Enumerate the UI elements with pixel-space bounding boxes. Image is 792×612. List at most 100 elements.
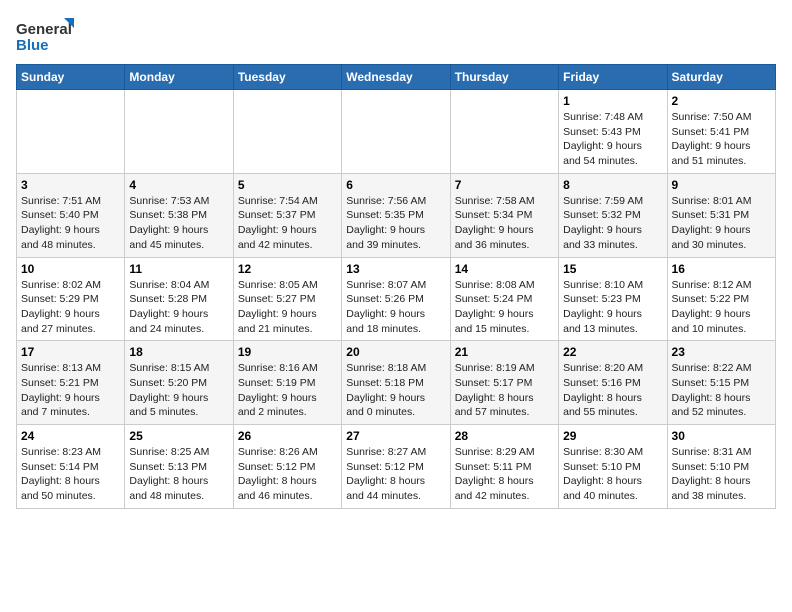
calendar-week-row: 24 Sunrise: 8:23 AM Sunset: 5:14 PM Dayli… <box>17 425 776 509</box>
calendar-day-cell <box>233 90 341 174</box>
day-info: Sunrise: 8:30 AM Sunset: 5:10 PM Dayligh… <box>563 445 662 504</box>
day-number: 27 <box>346 429 445 443</box>
day-number: 20 <box>346 345 445 359</box>
day-number: 21 <box>455 345 554 359</box>
day-info: Sunrise: 8:13 AM Sunset: 5:21 PM Dayligh… <box>21 361 120 420</box>
calendar-day-cell <box>342 90 450 174</box>
svg-text:General: General <box>16 21 72 38</box>
day-info: Sunrise: 8:02 AM Sunset: 5:29 PM Dayligh… <box>21 278 120 337</box>
day-number: 12 <box>238 262 337 276</box>
day-number: 14 <box>455 262 554 276</box>
calendar-day-cell: 3 Sunrise: 7:51 AM Sunset: 5:40 PM Daylig… <box>17 173 125 257</box>
day-info: Sunrise: 8:12 AM Sunset: 5:22 PM Dayligh… <box>672 278 771 337</box>
day-info: Sunrise: 8:01 AM Sunset: 5:31 PM Dayligh… <box>672 194 771 253</box>
day-number: 4 <box>129 178 228 192</box>
calendar-day-cell <box>450 90 558 174</box>
day-number: 23 <box>672 345 771 359</box>
calendar-day-cell <box>17 90 125 174</box>
day-info: Sunrise: 8:08 AM Sunset: 5:24 PM Dayligh… <box>455 278 554 337</box>
weekday-header: SundayMondayTuesdayWednesdayThursdayFrid… <box>17 65 776 90</box>
calendar-day-cell: 29 Sunrise: 8:30 AM Sunset: 5:10 PM Dayli… <box>559 425 667 509</box>
calendar-day-cell: 12 Sunrise: 8:05 AM Sunset: 5:27 PM Dayli… <box>233 257 341 341</box>
calendar-day-cell: 22 Sunrise: 8:20 AM Sunset: 5:16 PM Dayli… <box>559 341 667 425</box>
calendar-day-cell: 5 Sunrise: 7:54 AM Sunset: 5:37 PM Daylig… <box>233 173 341 257</box>
calendar-day-cell: 24 Sunrise: 8:23 AM Sunset: 5:14 PM Dayli… <box>17 425 125 509</box>
calendar-day-cell: 23 Sunrise: 8:22 AM Sunset: 5:15 PM Dayli… <box>667 341 775 425</box>
calendar-day-cell: 25 Sunrise: 8:25 AM Sunset: 5:13 PM Dayli… <box>125 425 233 509</box>
day-number: 6 <box>346 178 445 192</box>
calendar-day-cell: 16 Sunrise: 8:12 AM Sunset: 5:22 PM Dayli… <box>667 257 775 341</box>
day-info: Sunrise: 8:18 AM Sunset: 5:18 PM Dayligh… <box>346 361 445 420</box>
weekday-header-cell: Wednesday <box>342 65 450 90</box>
calendar-day-cell: 21 Sunrise: 8:19 AM Sunset: 5:17 PM Dayli… <box>450 341 558 425</box>
weekday-header-cell: Tuesday <box>233 65 341 90</box>
calendar-day-cell: 8Sunrise: 7:59 AM Sunset: 5:32 PM Daylig… <box>559 173 667 257</box>
calendar-day-cell: 26 Sunrise: 8:26 AM Sunset: 5:12 PM Dayli… <box>233 425 341 509</box>
calendar-week-row: 3 Sunrise: 7:51 AM Sunset: 5:40 PM Daylig… <box>17 173 776 257</box>
weekday-header-cell: Saturday <box>667 65 775 90</box>
day-info: Sunrise: 8:25 AM Sunset: 5:13 PM Dayligh… <box>129 445 228 504</box>
day-number: 26 <box>238 429 337 443</box>
calendar-day-cell: 1 Sunrise: 7:48 AM Sunset: 5:43 PM Daylig… <box>559 90 667 174</box>
calendar-day-cell: 2Sunrise: 7:50 AM Sunset: 5:41 PM Daylig… <box>667 90 775 174</box>
calendar-day-cell: 19 Sunrise: 8:16 AM Sunset: 5:19 PM Dayli… <box>233 341 341 425</box>
day-info: Sunrise: 7:59 AM Sunset: 5:32 PM Dayligh… <box>563 194 662 253</box>
calendar-day-cell: 18Sunrise: 8:15 AM Sunset: 5:20 PM Dayli… <box>125 341 233 425</box>
day-number: 22 <box>563 345 662 359</box>
day-info: Sunrise: 8:31 AM Sunset: 5:10 PM Dayligh… <box>672 445 771 504</box>
day-number: 10 <box>21 262 120 276</box>
day-info: Sunrise: 8:26 AM Sunset: 5:12 PM Dayligh… <box>238 445 337 504</box>
day-info: Sunrise: 8:29 AM Sunset: 5:11 PM Dayligh… <box>455 445 554 504</box>
calendar-day-cell: 20 Sunrise: 8:18 AM Sunset: 5:18 PM Dayli… <box>342 341 450 425</box>
calendar-week-row: 10 Sunrise: 8:02 AM Sunset: 5:29 PM Dayli… <box>17 257 776 341</box>
day-number: 5 <box>238 178 337 192</box>
calendar-day-cell <box>125 90 233 174</box>
day-number: 11 <box>129 262 228 276</box>
logo: GeneralBlue <box>16 16 76 56</box>
day-info: Sunrise: 8:20 AM Sunset: 5:16 PM Dayligh… <box>563 361 662 420</box>
calendar-day-cell: 10 Sunrise: 8:02 AM Sunset: 5:29 PM Dayli… <box>17 257 125 341</box>
calendar: SundayMondayTuesdayWednesdayThursdayFrid… <box>16 64 776 509</box>
day-info: Sunrise: 7:50 AM Sunset: 5:41 PM Dayligh… <box>672 110 771 169</box>
calendar-day-cell: 13 Sunrise: 8:07 AM Sunset: 5:26 PM Dayli… <box>342 257 450 341</box>
day-info: Sunrise: 8:15 AM Sunset: 5:20 PM Dayligh… <box>129 361 228 420</box>
weekday-header-cell: Friday <box>559 65 667 90</box>
day-info: Sunrise: 7:51 AM Sunset: 5:40 PM Dayligh… <box>21 194 120 253</box>
calendar-day-cell: 4 Sunrise: 7:53 AM Sunset: 5:38 PM Daylig… <box>125 173 233 257</box>
day-info: Sunrise: 8:07 AM Sunset: 5:26 PM Dayligh… <box>346 278 445 337</box>
calendar-day-cell: 9Sunrise: 8:01 AM Sunset: 5:31 PM Daylig… <box>667 173 775 257</box>
day-number: 16 <box>672 262 771 276</box>
calendar-day-cell: 11 Sunrise: 8:04 AM Sunset: 5:28 PM Dayli… <box>125 257 233 341</box>
day-info: Sunrise: 7:53 AM Sunset: 5:38 PM Dayligh… <box>129 194 228 253</box>
calendar-day-cell: 15 Sunrise: 8:10 AM Sunset: 5:23 PM Dayli… <box>559 257 667 341</box>
day-number: 25 <box>129 429 228 443</box>
weekday-header-cell: Monday <box>125 65 233 90</box>
day-info: Sunrise: 8:10 AM Sunset: 5:23 PM Dayligh… <box>563 278 662 337</box>
day-info: Sunrise: 8:19 AM Sunset: 5:17 PM Dayligh… <box>455 361 554 420</box>
day-info: Sunrise: 7:56 AM Sunset: 5:35 PM Dayligh… <box>346 194 445 253</box>
day-number: 7 <box>455 178 554 192</box>
day-number: 19 <box>238 345 337 359</box>
day-info: Sunrise: 8:23 AM Sunset: 5:14 PM Dayligh… <box>21 445 120 504</box>
calendar-day-cell: 28Sunrise: 8:29 AM Sunset: 5:11 PM Dayli… <box>450 425 558 509</box>
day-number: 24 <box>21 429 120 443</box>
calendar-week-row: 1 Sunrise: 7:48 AM Sunset: 5:43 PM Daylig… <box>17 90 776 174</box>
day-number: 15 <box>563 262 662 276</box>
day-number: 30 <box>672 429 771 443</box>
day-info: Sunrise: 8:22 AM Sunset: 5:15 PM Dayligh… <box>672 361 771 420</box>
weekday-header-cell: Sunday <box>17 65 125 90</box>
day-number: 29 <box>563 429 662 443</box>
calendar-day-cell: 27 Sunrise: 8:27 AM Sunset: 5:12 PM Dayli… <box>342 425 450 509</box>
calendar-day-cell: 7Sunrise: 7:58 AM Sunset: 5:34 PM Daylig… <box>450 173 558 257</box>
day-number: 3 <box>21 178 120 192</box>
calendar-day-cell: 14 Sunrise: 8:08 AM Sunset: 5:24 PM Dayli… <box>450 257 558 341</box>
day-number: 13 <box>346 262 445 276</box>
day-number: 1 <box>563 94 662 108</box>
day-info: Sunrise: 7:48 AM Sunset: 5:43 PM Dayligh… <box>563 110 662 169</box>
day-info: Sunrise: 8:16 AM Sunset: 5:19 PM Dayligh… <box>238 361 337 420</box>
day-info: Sunrise: 7:54 AM Sunset: 5:37 PM Dayligh… <box>238 194 337 253</box>
day-info: Sunrise: 8:27 AM Sunset: 5:12 PM Dayligh… <box>346 445 445 504</box>
day-info: Sunrise: 8:05 AM Sunset: 5:27 PM Dayligh… <box>238 278 337 337</box>
day-info: Sunrise: 8:04 AM Sunset: 5:28 PM Dayligh… <box>129 278 228 337</box>
svg-text:Blue: Blue <box>16 37 49 54</box>
